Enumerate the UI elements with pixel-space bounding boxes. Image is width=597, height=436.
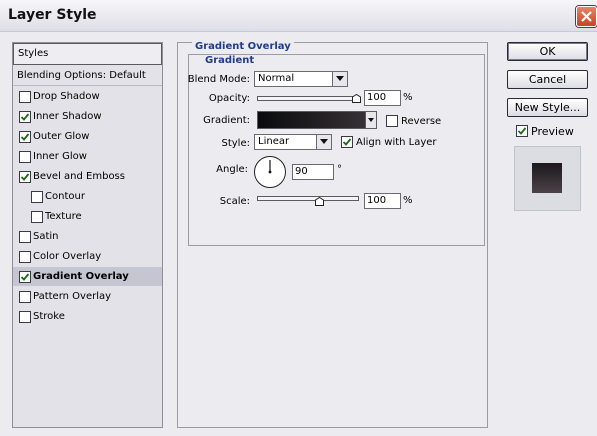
- close-icon: [581, 11, 592, 22]
- style-checkbox[interactable]: [31, 211, 43, 223]
- style-checkbox[interactable]: [19, 311, 31, 323]
- scale-label: Scale:: [219, 196, 250, 207]
- angle-dial[interactable]: [254, 156, 286, 188]
- blend-mode-value: Normal: [258, 73, 295, 84]
- opacity-unit: %: [403, 92, 413, 103]
- checkmark-icon: [20, 113, 30, 121]
- style-item-gradient-overlay[interactable]: Gradient Overlay: [13, 267, 162, 286]
- style-label: Style:: [221, 138, 251, 149]
- window-title: Layer Style: [8, 7, 97, 23]
- style-item-bevel-and-emboss[interactable]: Bevel and Emboss: [13, 167, 162, 186]
- reverse-label: Reverse: [401, 116, 442, 127]
- style-item-color-overlay[interactable]: Color Overlay: [13, 247, 162, 266]
- preview-checkbox[interactable]: [516, 125, 528, 137]
- style-item-label: Stroke: [33, 311, 65, 322]
- cancel-button[interactable]: Cancel: [507, 70, 588, 89]
- checkmark-icon: [20, 173, 30, 181]
- group-title: Gradient: [202, 55, 258, 66]
- style-checkbox[interactable]: [19, 91, 31, 103]
- new-style-button[interactable]: New Style...: [507, 98, 588, 117]
- opacity-value: 100: [367, 92, 387, 103]
- slider-thumb-icon[interactable]: [315, 197, 324, 206]
- angle-input[interactable]: 90: [292, 164, 334, 180]
- styles-header[interactable]: Styles: [13, 43, 162, 65]
- style-checkbox[interactable]: [19, 151, 31, 163]
- angle-label: Angle:: [216, 164, 248, 175]
- preview-swatch: [532, 163, 562, 193]
- angle-value: 90: [295, 166, 308, 177]
- angle-unit: °: [337, 164, 342, 175]
- style-item-contour[interactable]: Contour: [13, 187, 162, 206]
- style-item-label: Drop Shadow: [33, 91, 100, 102]
- blending-options-item[interactable]: Blending Options: Default: [13, 66, 162, 86]
- style-checkbox[interactable]: [19, 231, 31, 243]
- angle-dial-icon: [268, 160, 272, 174]
- close-button[interactable]: [576, 6, 597, 27]
- style-item-inner-shadow[interactable]: Inner Shadow: [13, 107, 162, 126]
- style-value: Linear: [258, 136, 290, 147]
- checkmark-icon: [20, 273, 30, 281]
- align-with-layer-checkbox[interactable]: [341, 136, 353, 148]
- scale-slider[interactable]: [257, 196, 359, 201]
- style-item-label: Outer Glow: [33, 131, 90, 142]
- reverse-checkbox[interactable]: [386, 115, 398, 127]
- checkmark-icon: [342, 138, 352, 146]
- style-select[interactable]: Linear: [254, 134, 332, 150]
- style-checkbox[interactable]: [19, 271, 31, 283]
- style-item-pattern-overlay[interactable]: Pattern Overlay: [13, 287, 162, 306]
- chevron-down-icon: [332, 72, 347, 86]
- style-item-label: Gradient Overlay: [33, 271, 129, 282]
- blend-mode-select[interactable]: Normal: [254, 71, 348, 87]
- title-bar: Layer Style: [0, 0, 597, 32]
- chevron-down-icon: [316, 135, 331, 149]
- style-item-inner-glow[interactable]: Inner Glow: [13, 147, 162, 166]
- checkmark-icon: [517, 127, 527, 135]
- style-item-satin[interactable]: Satin: [13, 227, 162, 246]
- checkmark-icon: [20, 133, 30, 141]
- styles-header-label: Styles: [18, 48, 49, 59]
- scale-unit: %: [403, 195, 413, 206]
- style-item-drop-shadow[interactable]: Drop Shadow: [13, 87, 162, 106]
- style-item-outer-glow[interactable]: Outer Glow: [13, 127, 162, 146]
- style-item-label: Inner Glow: [33, 151, 87, 162]
- style-item-label: Pattern Overlay: [33, 291, 112, 302]
- slider-thumb-icon[interactable]: [352, 94, 361, 103]
- style-item-texture[interactable]: Texture: [13, 207, 162, 226]
- dropdown-arrow-icon[interactable]: [365, 112, 376, 128]
- style-item-stroke[interactable]: Stroke: [13, 307, 162, 326]
- styles-list: Styles Blending Options: Default Drop Sh…: [12, 42, 163, 428]
- blending-options-label: Blending Options: Default: [17, 70, 146, 81]
- style-checkbox[interactable]: [19, 111, 31, 123]
- style-checkbox[interactable]: [19, 171, 31, 183]
- gradient-picker[interactable]: [257, 111, 377, 129]
- style-item-label: Texture: [45, 211, 82, 222]
- gradient-label: Gradient:: [203, 115, 250, 126]
- align-with-layer-label: Align with Layer: [356, 137, 437, 148]
- style-item-label: Bevel and Emboss: [33, 171, 125, 182]
- style-item-label: Color Overlay: [33, 251, 102, 262]
- blend-mode-label: Blend Mode:: [187, 74, 250, 85]
- style-checkbox[interactable]: [19, 251, 31, 263]
- preview-panel: [514, 146, 581, 211]
- style-item-label: Contour: [45, 191, 85, 202]
- scale-value: 100: [367, 195, 387, 206]
- style-checkbox[interactable]: [19, 291, 31, 303]
- style-item-label: Satin: [33, 231, 59, 242]
- section-title: Gradient Overlay: [192, 41, 294, 52]
- opacity-label: Opacity:: [208, 93, 250, 104]
- opacity-slider[interactable]: [257, 96, 359, 101]
- opacity-input[interactable]: 100: [364, 90, 401, 106]
- dialog-body: Styles Blending Options: Default Drop Sh…: [0, 32, 597, 436]
- style-checkbox[interactable]: [31, 191, 43, 203]
- style-item-label: Inner Shadow: [33, 111, 102, 122]
- style-checkbox[interactable]: [19, 131, 31, 143]
- ok-button[interactable]: OK: [507, 42, 588, 61]
- preview-label: Preview: [531, 125, 574, 138]
- scale-input[interactable]: 100: [364, 193, 401, 209]
